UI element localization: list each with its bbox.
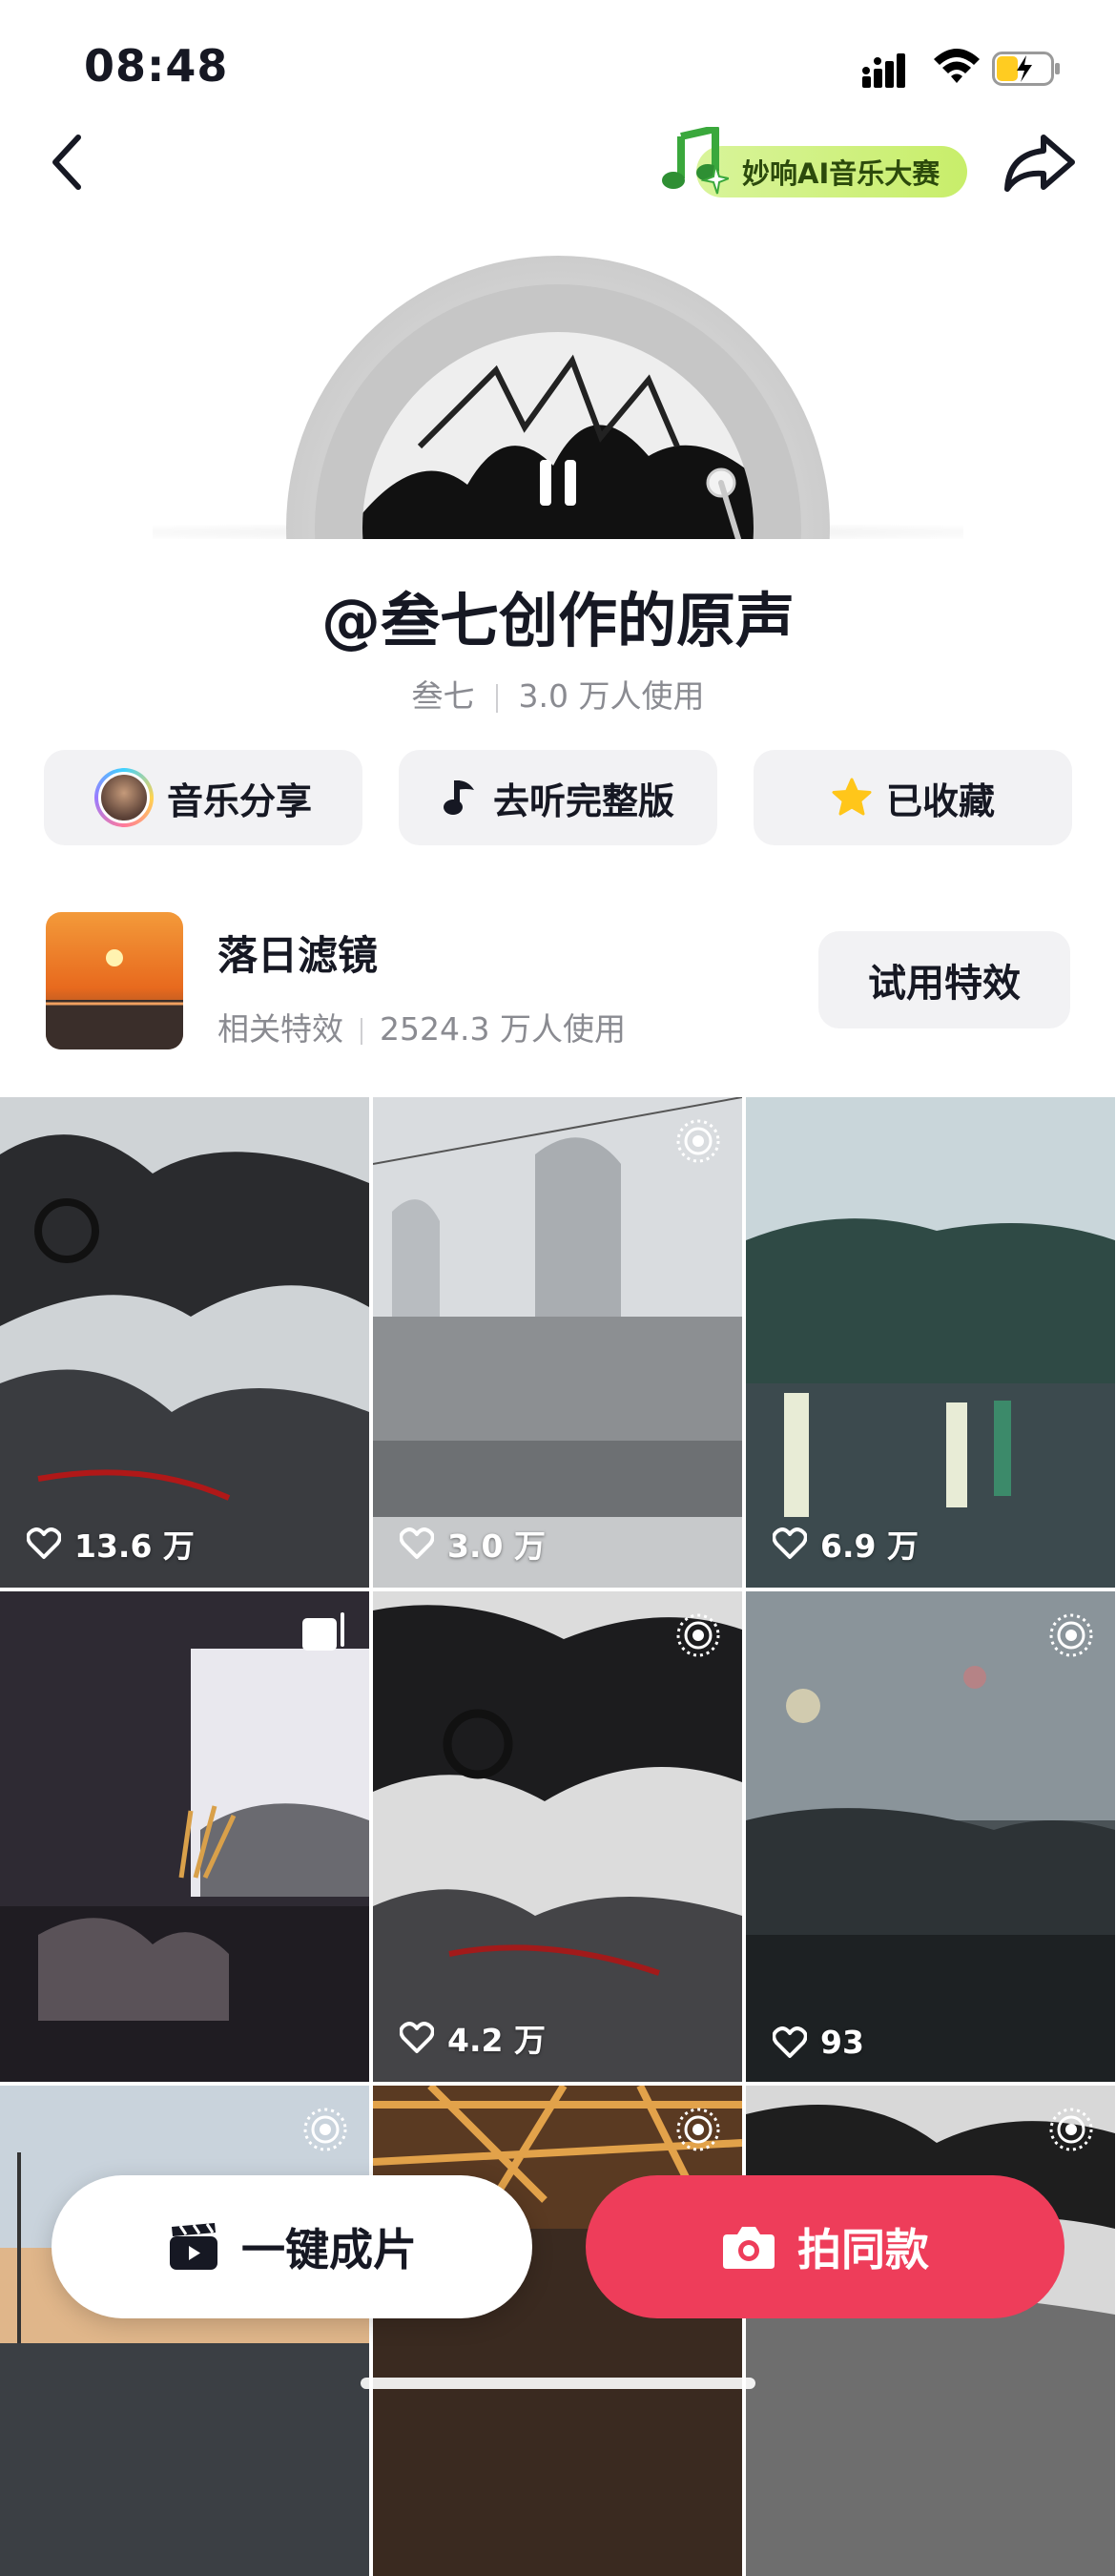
video-likes: 3.0 万 bbox=[400, 1521, 546, 1567]
video-tile[interactable]: 4.2 万 bbox=[373, 1591, 742, 2082]
listen-full-label: 去听完整版 bbox=[492, 779, 674, 822]
effect-name[interactable]: 落日滤镜 bbox=[217, 924, 378, 982]
contest-label: 妙响AI音乐大赛 bbox=[742, 157, 940, 190]
video-tile[interactable] bbox=[373, 2086, 742, 2576]
live-icon bbox=[676, 1613, 720, 1657]
divider bbox=[495, 683, 498, 713]
live-icon bbox=[676, 1119, 720, 1163]
battery-charging-icon bbox=[992, 52, 1060, 86]
favorite-label: 已收藏 bbox=[885, 779, 995, 822]
sound-author[interactable]: 叁七 bbox=[412, 677, 475, 715]
sound-meta: 叁七 3.0 万人使用 bbox=[0, 671, 1116, 717]
wifi-icon bbox=[934, 49, 980, 83]
video-likes: 93 bbox=[773, 2024, 864, 2061]
one-click-video-button[interactable]: 一键成片 bbox=[52, 2175, 532, 2318]
divider bbox=[361, 1017, 362, 1045]
heart-icon bbox=[400, 2022, 434, 2053]
live-icon bbox=[676, 2108, 720, 2151]
video-tile[interactable] bbox=[0, 1591, 369, 2082]
heart-icon bbox=[773, 1527, 807, 1559]
video-likes: 4.2 万 bbox=[400, 2015, 546, 2061]
shoot-same-label: 拍同款 bbox=[797, 2224, 929, 2275]
video-tile[interactable]: 93 bbox=[746, 1591, 1115, 2082]
likes-count: 13.6 万 bbox=[74, 1527, 195, 1565]
contest-banner[interactable]: 妙响AI音乐大赛 bbox=[660, 127, 967, 197]
status-bar: 08:48 bbox=[0, 0, 1116, 134]
likes-count: 6.9 万 bbox=[820, 1527, 919, 1565]
effect-thumbnail[interactable] bbox=[46, 912, 183, 1049]
live-icon bbox=[1049, 2108, 1093, 2151]
heart-icon bbox=[773, 2025, 807, 2058]
video-likes: 6.9 万 bbox=[773, 1521, 919, 1567]
live-icon bbox=[1049, 1613, 1093, 1657]
effect-usage: 2524.3 万人使用 bbox=[380, 1010, 626, 1048]
back-icon[interactable] bbox=[42, 124, 95, 200]
home-indicator[interactable] bbox=[361, 2378, 755, 2389]
video-tile[interactable] bbox=[0, 2086, 369, 2576]
heart-icon bbox=[27, 1527, 61, 1559]
video-tile[interactable]: 3.0 万 bbox=[373, 1097, 742, 1588]
clapperboard-icon bbox=[170, 2223, 217, 2270]
heart-icon bbox=[400, 1527, 434, 1559]
music-note-icon bbox=[662, 127, 729, 195]
star-icon bbox=[831, 777, 873, 819]
video-tile[interactable] bbox=[746, 2086, 1115, 2576]
pause-icon[interactable] bbox=[536, 456, 580, 509]
status-time: 08:48 bbox=[84, 40, 229, 92]
likes-count: 93 bbox=[820, 2024, 864, 2061]
listen-full-button[interactable]: 去听完整版 bbox=[399, 750, 717, 845]
tonearm bbox=[706, 467, 742, 539]
likes-count: 4.2 万 bbox=[447, 2022, 546, 2059]
camera-icon bbox=[723, 2227, 775, 2269]
effect-meta: 相关特效 2524.3 万人使用 bbox=[217, 1004, 626, 1049]
share-icon[interactable] bbox=[1002, 130, 1078, 197]
one-click-label: 一键成片 bbox=[241, 2224, 417, 2275]
shoot-same-button[interactable]: 拍同款 bbox=[586, 2175, 1064, 2318]
music-share-label: 音乐分享 bbox=[166, 779, 312, 822]
favorite-button[interactable]: 已收藏 bbox=[754, 750, 1072, 845]
video-tile[interactable]: 6.9 万 bbox=[746, 1097, 1115, 1588]
sound-usage: 3.0 万人使用 bbox=[518, 677, 705, 715]
likes-count: 3.0 万 bbox=[447, 1527, 546, 1565]
video-tile[interactable]: 13.6 万 bbox=[0, 1097, 369, 1588]
video-likes: 13.6 万 bbox=[27, 1521, 195, 1567]
effect-tag: 相关特效 bbox=[217, 1010, 343, 1048]
sound-title: @叁七创作的原声 bbox=[320, 586, 795, 655]
music-share-button[interactable]: 音乐分享 bbox=[44, 750, 362, 845]
cellular-signal-icon bbox=[862, 53, 905, 88]
try-effect-button[interactable]: 试用特效 bbox=[818, 931, 1070, 1028]
live-icon bbox=[303, 2108, 347, 2151]
music-note-icon bbox=[442, 777, 480, 819]
collection-icon bbox=[302, 1612, 344, 1651]
user-avatar-icon bbox=[93, 768, 154, 827]
